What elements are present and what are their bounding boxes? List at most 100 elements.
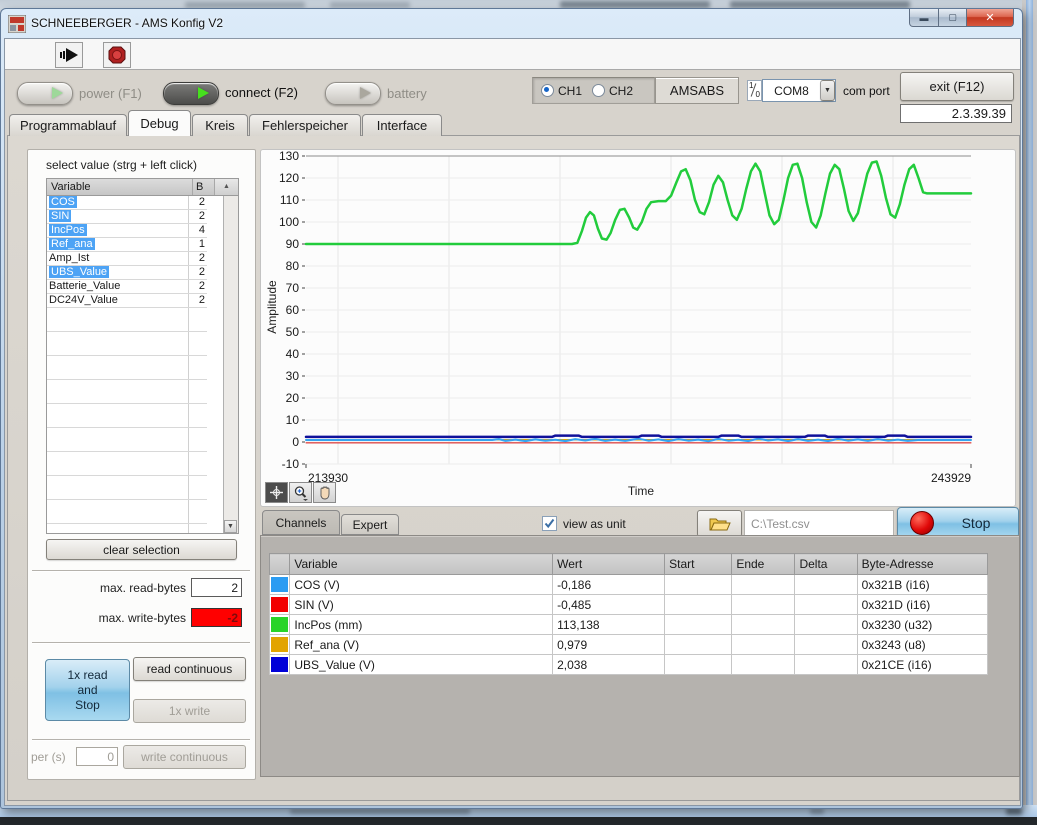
col-wert[interactable]: Wert	[553, 554, 665, 575]
read-continuous-button[interactable]: read continuous	[133, 657, 246, 681]
col-start[interactable]: Start	[665, 554, 732, 575]
write-once-button[interactable]: 1x write	[133, 699, 246, 723]
svg-text:10: 10	[286, 413, 300, 427]
variable-row-empty[interactable]	[47, 476, 207, 500]
col-variable[interactable]: Variable	[47, 179, 193, 195]
svg-text:80: 80	[286, 259, 300, 273]
ch2-radio[interactable]	[592, 84, 605, 97]
maximize-button[interactable]: ▢	[939, 9, 967, 27]
hand-icon	[318, 485, 332, 500]
col-ende[interactable]: Ende	[732, 554, 795, 575]
io-icon: 10	[747, 80, 762, 101]
close-button[interactable]: ✕	[967, 9, 1014, 27]
variable-row[interactable]: UBS_Value2	[47, 266, 207, 280]
write-continuous-button[interactable]: write continuous	[123, 745, 246, 769]
variable-row[interactable]: SIN2	[47, 210, 207, 224]
zoom-tool-button[interactable]	[289, 482, 312, 503]
power-label: power (F1)	[79, 86, 142, 101]
col-swatch	[270, 554, 290, 575]
tab-channels[interactable]: Channels	[262, 510, 340, 535]
com-port-select[interactable]: COM8 ▼	[762, 79, 836, 102]
svg-text:243929: 243929	[931, 471, 971, 485]
run-arrow-icon	[60, 48, 78, 62]
clear-selection-button[interactable]: clear selection	[46, 539, 237, 560]
col-variable[interactable]: Variable	[290, 554, 553, 575]
power-toggle[interactable]	[17, 82, 73, 105]
title-bar[interactable]: SCHNEEBERGER - AMS Konfig V2 ▬ ▢ ✕	[1, 9, 1022, 39]
channel-row[interactable]: Ref_ana (V)0,9790x3243 (u8)	[270, 635, 988, 655]
col-byte-adresse[interactable]: Byte-Adresse	[857, 554, 987, 575]
scroll-up-icon[interactable]: ▲	[215, 179, 238, 195]
variable-row[interactable]: DC24V_Value2	[47, 294, 207, 308]
max-write-bytes-field[interactable]: -2	[191, 608, 242, 627]
divider	[32, 642, 250, 644]
channel-row[interactable]: IncPos (mm)113,1380x3230 (u32)	[270, 615, 988, 635]
read-once-stop-button[interactable]: 1x read and Stop	[45, 659, 130, 721]
variable-row-empty[interactable]	[47, 404, 207, 428]
file-path-field[interactable]: C:\Test.csv	[744, 510, 894, 537]
tab-expert[interactable]: Expert	[341, 514, 399, 535]
max-write-bytes-label: max. write-bytes	[46, 611, 186, 625]
channel-row[interactable]: COS (V)-0,1860x321B (i16)	[270, 575, 988, 595]
variable-row-empty[interactable]	[47, 380, 207, 404]
crosshair-icon	[269, 485, 284, 500]
scroll-down-icon[interactable]: ▼	[224, 520, 237, 533]
device-indicator: AMSABS	[655, 77, 739, 104]
variable-row-empty[interactable]	[47, 356, 207, 380]
waveform-graph[interactable]: 1301201101009080706050403020100-10213930…	[261, 150, 1015, 506]
per-s-label: per (s)	[31, 750, 66, 764]
variable-row-empty[interactable]	[47, 500, 207, 524]
tab-debug[interactable]: Debug	[128, 110, 191, 136]
channel-color-swatch	[271, 577, 288, 592]
variable-row-empty[interactable]	[47, 332, 207, 356]
svg-text:130: 130	[279, 150, 299, 163]
svg-text:70: 70	[286, 281, 300, 295]
exit-button[interactable]: exit (F12)	[900, 72, 1014, 101]
pan-tool-button[interactable]	[313, 482, 336, 503]
variable-row[interactable]: Ref_ana1	[47, 238, 207, 252]
variable-row[interactable]: Amp_Ist2	[47, 252, 207, 266]
connect-toggle[interactable]	[163, 82, 219, 105]
view-as-unit-checkbox[interactable]	[542, 516, 557, 531]
svg-text:20: 20	[286, 391, 300, 405]
svg-text:90: 90	[286, 237, 300, 251]
max-read-bytes-field[interactable]: 2	[191, 578, 242, 597]
variable-row-empty[interactable]	[47, 428, 207, 452]
variable-row-empty[interactable]	[47, 308, 207, 332]
per-s-field[interactable]: 0	[76, 747, 118, 766]
col-bytes[interactable]: B	[193, 179, 215, 195]
variable-row-empty[interactable]	[47, 524, 207, 534]
cursor-tool-button[interactable]	[265, 482, 288, 503]
tab-fehlerspeicher[interactable]: Fehlerspeicher	[249, 114, 361, 136]
channel-row[interactable]: SIN (V)-0,4850x321D (i16)	[270, 595, 988, 615]
tab-kreis[interactable]: Kreis	[192, 114, 248, 136]
folder-open-icon	[709, 516, 731, 532]
minimize-button[interactable]: ▬	[909, 9, 939, 27]
channel-row[interactable]: UBS_Value (V)2,0380x21CE (i16)	[270, 655, 988, 675]
tab-interface[interactable]: Interface	[362, 114, 442, 136]
variable-row[interactable]: COS2	[47, 196, 207, 210]
stop-button[interactable]: Stop	[897, 507, 1019, 538]
x-axis-label: Time	[581, 484, 701, 498]
variable-row[interactable]: Batterie_Value2	[47, 280, 207, 294]
connect-toggle-arrow-icon	[198, 87, 209, 99]
channel-color-swatch	[271, 617, 288, 632]
view-as-unit-label: view as unit	[563, 517, 626, 531]
browse-file-button[interactable]	[697, 510, 742, 537]
col-delta[interactable]: Delta	[795, 554, 857, 575]
svg-text:120: 120	[279, 171, 299, 185]
variable-row-empty[interactable]	[47, 452, 207, 476]
channel-color-swatch	[271, 597, 288, 612]
chevron-down-icon[interactable]: ▼	[820, 80, 835, 101]
variable-table-scrollbar[interactable]: ▼	[223, 196, 238, 533]
max-read-bytes-label: max. read-bytes	[46, 581, 186, 595]
abort-button[interactable]	[103, 42, 131, 68]
select-value-panel: select value (strg + left click) Variabl…	[27, 149, 256, 780]
svg-text:-10: -10	[282, 457, 300, 471]
run-button[interactable]	[55, 42, 83, 68]
battery-toggle[interactable]	[325, 82, 381, 105]
ch1-radio[interactable]	[541, 84, 554, 97]
tab-programmablauf[interactable]: Programmablauf	[9, 114, 127, 136]
ch2-label: CH2	[609, 84, 633, 98]
variable-row[interactable]: IncPos4	[47, 224, 207, 238]
